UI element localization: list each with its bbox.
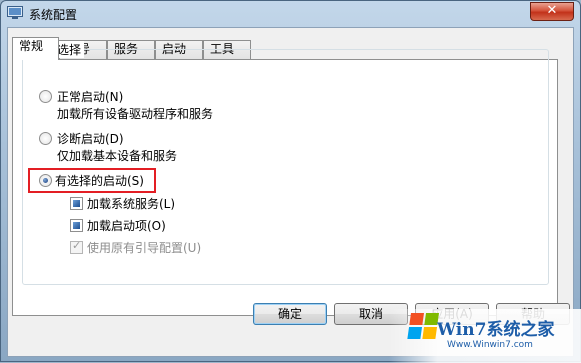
load-startup-items-label[interactable]: 加载启动项(O)	[87, 217, 166, 234]
watermark-text: Win7系统之家	[437, 320, 555, 340]
close-icon: ✕	[546, 3, 558, 18]
system-config-window: 系统配置 ✕ 常规 引导 服务 启动 工具 启动选择 正常启动(N) 加载所有设…	[0, 0, 581, 363]
title-bar: 系统配置 ✕	[1, 1, 580, 27]
load-startup-items-checkbox[interactable]	[70, 219, 83, 232]
watermark-url: Www.Winwin7.com	[447, 340, 533, 350]
load-system-services-label[interactable]: 加载系统服务(L)	[87, 195, 175, 212]
diagnostic-startup-label[interactable]: 诊断启动(D)	[57, 130, 124, 147]
ok-button[interactable]: 确定	[253, 303, 327, 325]
normal-startup-description: 加载所有设备驱动程序和服务	[57, 107, 214, 121]
close-button[interactable]: ✕	[530, 2, 574, 21]
use-original-boot-config-checkbox	[70, 239, 83, 254]
use-original-boot-config-label: 使用原有引导配置(U)	[87, 241, 202, 255]
diagnostic-startup-description: 仅加载基本设备和服务	[57, 149, 178, 163]
load-system-services-checkbox[interactable]	[70, 197, 83, 210]
diagnostic-startup-radio[interactable]	[39, 132, 52, 145]
normal-startup-label[interactable]: 正常启动(N)	[57, 88, 123, 105]
selective-startup-label[interactable]: 有选择的启动(S)	[55, 172, 144, 189]
normal-startup-radio[interactable]	[39, 90, 52, 103]
system-config-app-icon	[7, 6, 23, 19]
tab-general[interactable]: 常规	[12, 37, 59, 60]
window-title: 系统配置	[29, 8, 78, 22]
selective-startup-radio[interactable]	[39, 174, 52, 187]
